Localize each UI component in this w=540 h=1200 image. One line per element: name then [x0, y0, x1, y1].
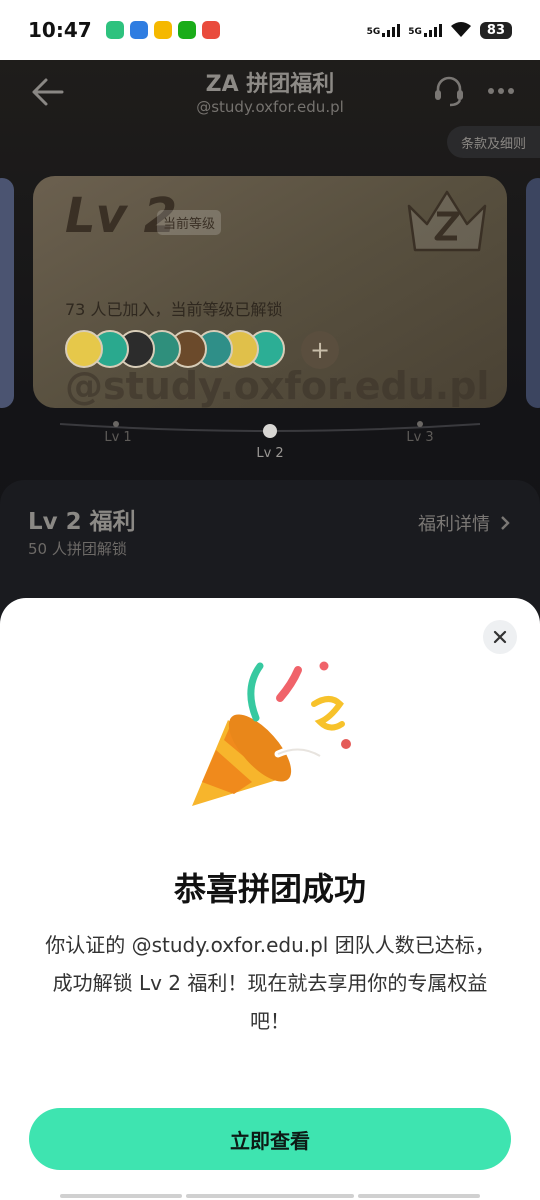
watermark: @study.oxfor.edu.pl	[65, 364, 490, 408]
joined-count-text: 73 人已加入，当前等级已解锁	[65, 300, 283, 319]
next-level-card[interactable]	[526, 178, 540, 408]
success-modal: 恭喜拼团成功 你认证的 @study.oxfor.edu.pl 团队人数已达标，…	[0, 598, 540, 1200]
wechat-icon	[177, 21, 196, 39]
mail-icon	[153, 21, 172, 39]
nav-handle	[358, 1194, 480, 1198]
signal-icon: 5G	[408, 23, 442, 37]
network-type-1: 5G	[366, 26, 381, 37]
benefit-title: Lv 2 福利	[28, 509, 136, 535]
customer-service-icon[interactable]	[432, 74, 466, 108]
level-dot-active	[263, 424, 277, 438]
close-icon	[493, 630, 507, 644]
level-dot	[417, 421, 423, 427]
benefit-subtitle: 50 人拼团解锁	[28, 540, 127, 558]
level-label-3[interactable]: Lv 3	[390, 430, 450, 445]
member-avatars	[65, 330, 285, 368]
modal-message: 你认证的 @study.oxfor.edu.pl 团队人数已达标，成功解锁 Lv…	[45, 933, 495, 1033]
clock: 10:47	[28, 18, 92, 42]
signal-icon: 5G	[366, 23, 401, 37]
notification-icons	[105, 21, 220, 39]
level-card: Lv 2 当前等级 73 人已加入，当前等级已解锁 + @study.oxfor…	[33, 176, 507, 408]
party-popper-icon	[192, 661, 351, 806]
modal-title: 恭喜拼团成功	[173, 870, 366, 908]
benefit-details-label: 福利详情	[418, 514, 490, 535]
top-nav: ZA 拼团福利 @study.oxfor.edu.pl 条款及细则	[0, 60, 540, 158]
more-options-icon[interactable]	[484, 74, 518, 108]
status-bar: 10:47 5G 5G 83	[0, 0, 540, 60]
crown-icon	[407, 190, 487, 252]
level-dot	[113, 421, 119, 427]
level-label-1[interactable]: Lv 1	[88, 430, 148, 445]
chevron-right-icon	[501, 516, 510, 530]
level-progress: Lv 1 Lv 2 Lv 3	[0, 410, 540, 470]
nav-handle	[60, 1194, 182, 1198]
level-label-2[interactable]: Lv 2	[240, 446, 300, 461]
app-icon	[129, 21, 148, 39]
network-type-2: 5G	[408, 26, 422, 37]
prev-level-card[interactable]	[0, 178, 14, 408]
wifi-icon	[450, 22, 471, 37]
current-level-tag: 当前等级	[157, 210, 222, 235]
nav-handle	[186, 1194, 354, 1198]
member-avatar	[65, 330, 103, 368]
app-icon	[105, 21, 124, 39]
view-now-button[interactable]: 立即查看	[29, 1108, 511, 1170]
close-button[interactable]	[483, 620, 517, 654]
battery-indicator: 83	[479, 21, 512, 39]
terms-button[interactable]: 条款及细则	[446, 126, 540, 158]
app-icon	[201, 21, 220, 39]
benefit-details-link[interactable]: 福利详情	[418, 510, 510, 536]
